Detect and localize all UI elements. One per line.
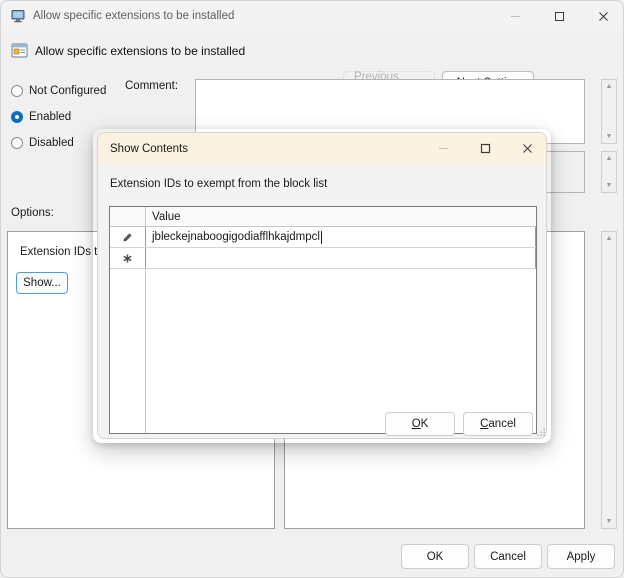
grid-header-rowmarker bbox=[110, 207, 146, 226]
grid-empty-rowmarker bbox=[110, 269, 146, 433]
value-grid[interactable]: Value jbleckejnaboogigodiafflhkajdmpcl bbox=[109, 206, 537, 434]
radio-label: Not Configured bbox=[29, 85, 107, 97]
setting-header: Allow specific extensions to be installe… bbox=[1, 31, 623, 95]
dialog-window-controls bbox=[422, 133, 546, 164]
show-contents-dialog: Show Contents Extension IDs to exempt fr… bbox=[97, 132, 547, 439]
radio-mark-selected-icon bbox=[11, 111, 23, 123]
grid-empty-area bbox=[110, 269, 536, 433]
minimize-icon[interactable] bbox=[493, 1, 537, 31]
group-policy-setting-window: Allow specific extensions to be installe… bbox=[0, 0, 624, 578]
comment-scrollbar[interactable]: ▲ ▼ bbox=[601, 79, 617, 144]
text-caret bbox=[320, 230, 322, 244]
grid-header-row: Value bbox=[110, 207, 536, 227]
radio-enabled[interactable]: Enabled bbox=[11, 109, 71, 125]
options-label: Options: bbox=[11, 207, 54, 219]
close-icon[interactable] bbox=[581, 1, 623, 31]
asterisk-icon bbox=[110, 248, 146, 268]
grid-empty-cell bbox=[146, 269, 536, 433]
grid-header-value: Value bbox=[152, 210, 181, 223]
apply-button[interactable]: Apply bbox=[547, 544, 615, 569]
window-titlebar: Allow specific extensions to be installe… bbox=[1, 1, 623, 31]
show-button[interactable]: Show... bbox=[16, 272, 68, 294]
radio-disabled[interactable]: Disabled bbox=[11, 135, 74, 151]
row-value-text: jbleckejnaboogigodiafflhkajdmpcl bbox=[152, 231, 320, 243]
table-row-new[interactable] bbox=[110, 248, 536, 269]
row-value-input-new[interactable] bbox=[145, 248, 536, 268]
scroll-up-icon[interactable]: ▲ bbox=[606, 152, 613, 165]
dialog-cancel-suffix: ancel bbox=[488, 418, 516, 430]
minimize-icon[interactable] bbox=[422, 133, 464, 164]
scroll-up-icon[interactable]: ▲ bbox=[606, 80, 613, 93]
dialog-cancel-accel: C bbox=[480, 418, 489, 430]
supported-on-scrollbar[interactable]: ▲ ▼ bbox=[601, 151, 617, 193]
comment-label: Comment: bbox=[125, 80, 179, 92]
ok-button[interactable]: OK bbox=[401, 544, 469, 569]
maximize-icon[interactable] bbox=[537, 1, 581, 31]
setting-title: Allow specific extensions to be installe… bbox=[35, 44, 246, 58]
dialog-ok-accel: O bbox=[411, 418, 421, 430]
radio-mark-icon bbox=[11, 137, 23, 149]
scroll-up-icon[interactable]: ▲ bbox=[606, 232, 613, 245]
dialog-description: Extension IDs to exempt from the block l… bbox=[110, 178, 328, 190]
dialog-title: Show Contents bbox=[110, 142, 188, 155]
dialog-ok-suffix: K bbox=[420, 418, 429, 430]
radio-label: Enabled bbox=[29, 111, 72, 123]
scroll-down-icon[interactable]: ▼ bbox=[606, 515, 613, 528]
policy-setting-icon bbox=[11, 42, 28, 59]
maximize-icon[interactable] bbox=[464, 133, 506, 164]
table-row[interactable]: jbleckejnaboogigodiafflhkajdmpcl bbox=[110, 227, 536, 248]
radio-not-configured[interactable]: Not Configured bbox=[11, 83, 106, 99]
scroll-down-icon[interactable]: ▼ bbox=[606, 130, 613, 143]
dialog-cancel-button[interactable]: Cancel bbox=[463, 412, 533, 436]
pencil-icon bbox=[110, 227, 146, 247]
dialog-titlebar: Show Contents bbox=[98, 133, 546, 164]
window-controls bbox=[493, 1, 623, 31]
window-title: Allow specific extensions to be installe… bbox=[33, 10, 235, 22]
row-value-input[interactable]: jbleckejnaboogigodiafflhkajdmpcl bbox=[145, 227, 536, 247]
scroll-down-icon[interactable]: ▼ bbox=[606, 179, 613, 192]
radio-mark-icon bbox=[11, 85, 23, 97]
radio-label: Disabled bbox=[29, 137, 74, 149]
resize-grip-icon[interactable] bbox=[537, 428, 546, 437]
help-scrollbar[interactable]: ▲ ▼ bbox=[601, 231, 617, 529]
monitor-policy-icon bbox=[10, 8, 26, 24]
cancel-button[interactable]: Cancel bbox=[474, 544, 542, 569]
close-icon[interactable] bbox=[506, 133, 546, 164]
dialog-ok-button[interactable]: OK bbox=[385, 412, 455, 436]
